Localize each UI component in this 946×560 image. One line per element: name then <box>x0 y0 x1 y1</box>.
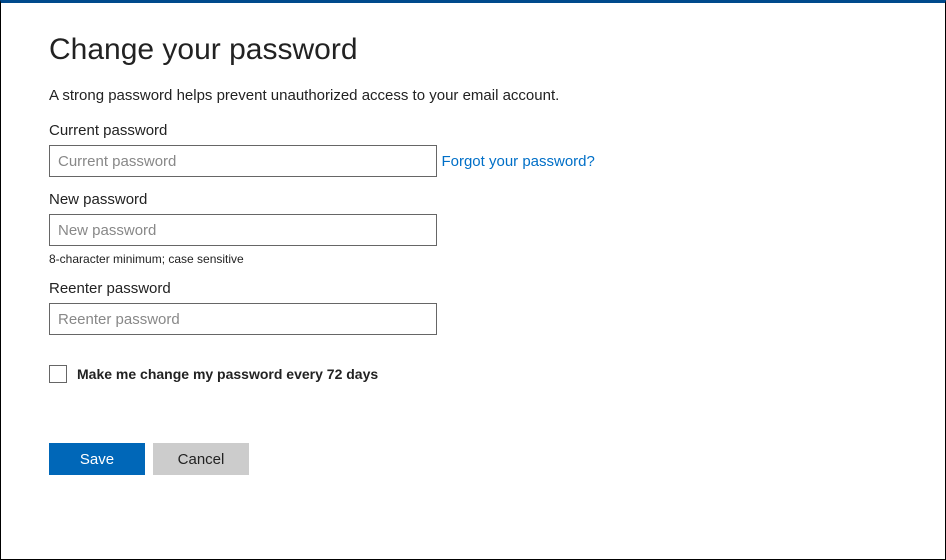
password-hint: 8-character minimum; case sensitive <box>49 252 897 266</box>
button-row: Save Cancel <box>49 443 897 475</box>
page-title: Change your password <box>49 33 897 67</box>
change-reminder-label[interactable]: Make me change my password every 72 days <box>77 366 378 382</box>
current-password-group: Current password Forgot your password? <box>49 122 897 177</box>
change-reminder-checkbox[interactable] <box>49 365 67 383</box>
cancel-button[interactable]: Cancel <box>153 443 249 475</box>
change-reminder-row: Make me change my password every 72 days <box>49 365 897 383</box>
current-password-label: Current password <box>49 122 897 139</box>
forgot-password-link[interactable]: Forgot your password? <box>441 153 594 170</box>
new-password-group: New password 8-character minimum; case s… <box>49 191 897 266</box>
new-password-input[interactable] <box>49 214 437 246</box>
change-password-form: Change your password A strong password h… <box>1 3 945 505</box>
reenter-password-label: Reenter password <box>49 280 897 297</box>
subtitle: A strong password helps prevent unauthor… <box>49 87 897 104</box>
reenter-password-input[interactable] <box>49 303 437 335</box>
new-password-label: New password <box>49 191 897 208</box>
reenter-password-group: Reenter password <box>49 280 897 335</box>
save-button[interactable]: Save <box>49 443 145 475</box>
current-password-input[interactable] <box>49 145 437 177</box>
